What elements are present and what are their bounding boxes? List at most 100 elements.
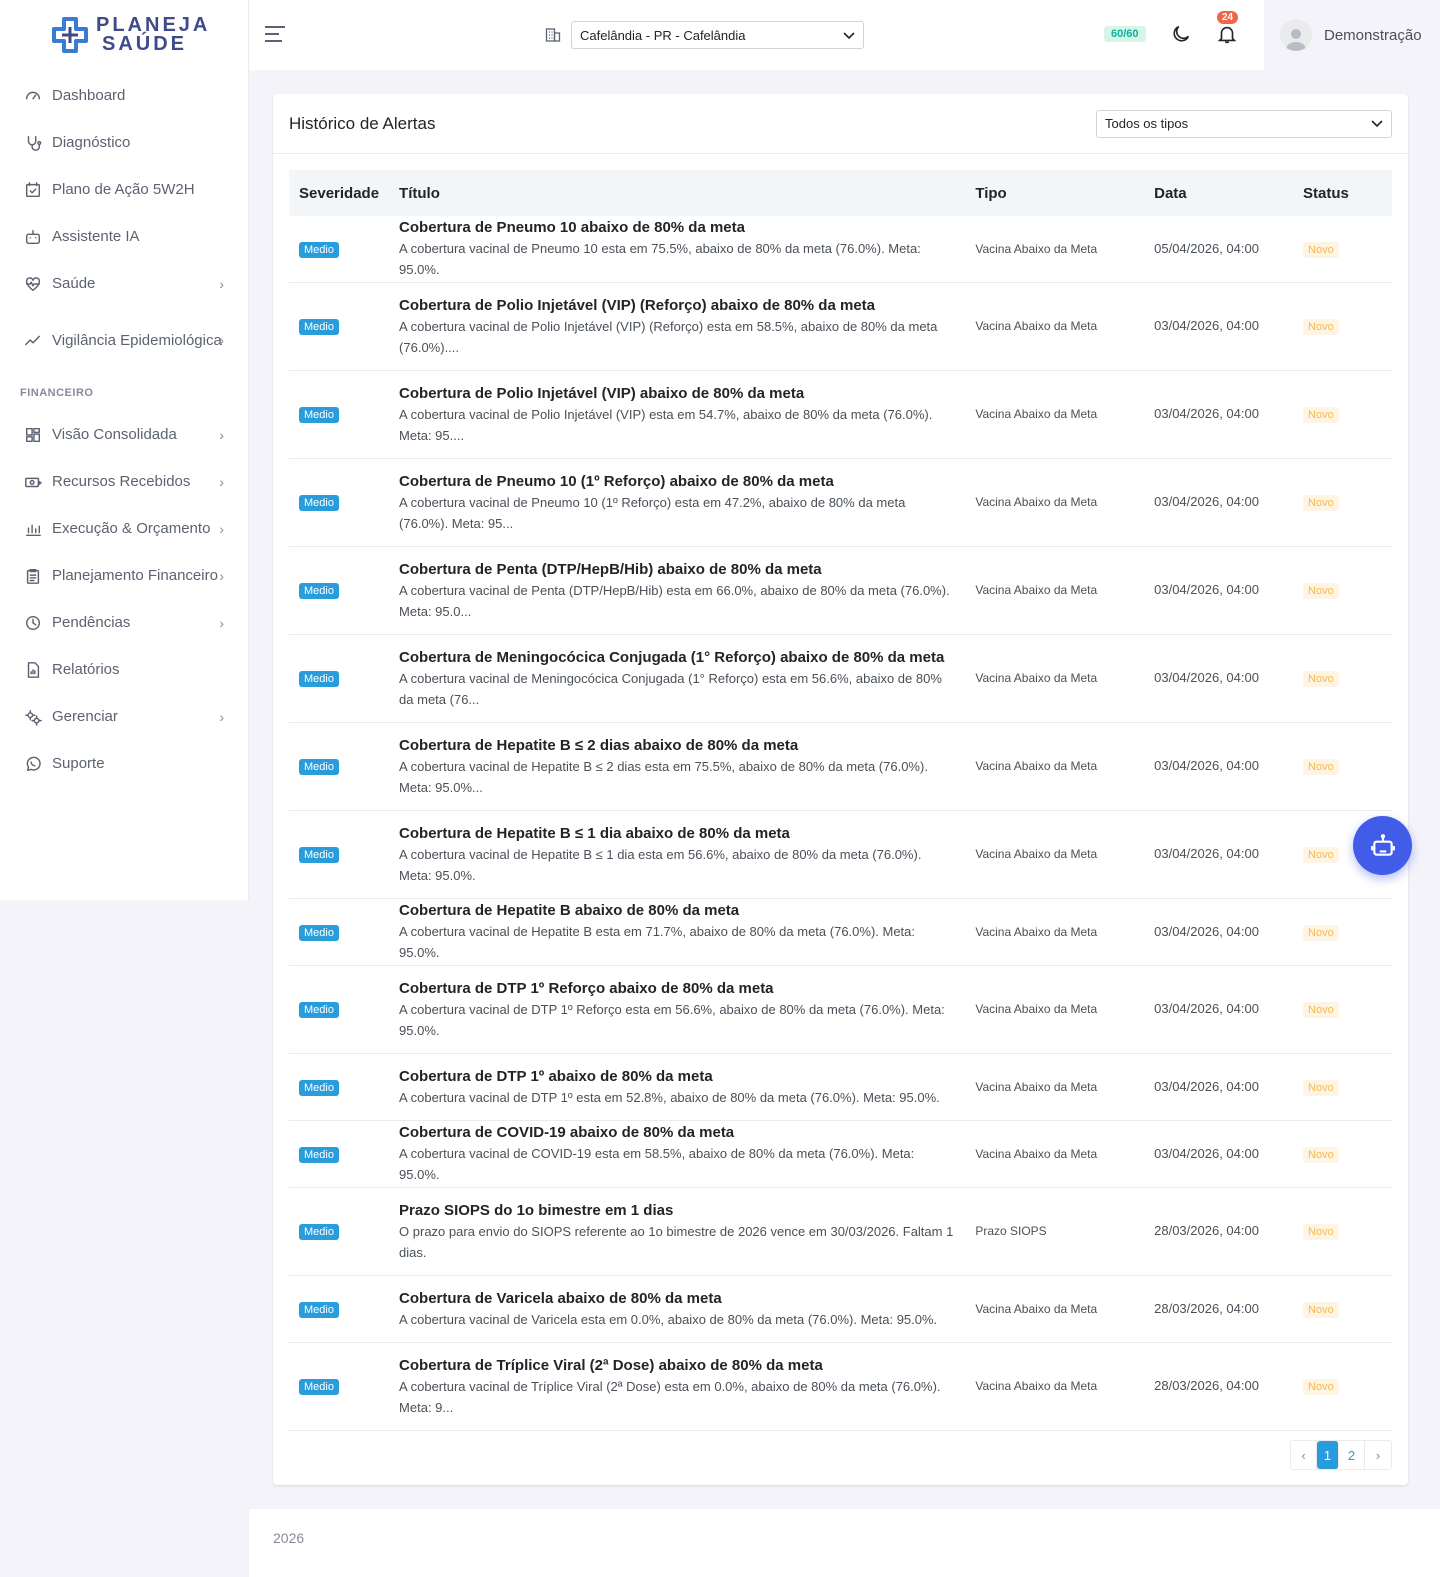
- severity-badge: Medio: [299, 1224, 339, 1240]
- notifications-bell-icon[interactable]: [1216, 22, 1238, 51]
- table-row[interactable]: Medio Cobertura de Tríplice Viral (2ª Dos…: [289, 1342, 1392, 1431]
- sidebar-item-label: Pendências: [52, 614, 131, 631]
- municipality-select-value: Cafelândia - PR - Cafelândia: [580, 27, 746, 43]
- alert-description: A cobertura vacinal de Hepatite B esta e…: [399, 924, 916, 960]
- type-cell: Vacina Abaixo da Meta: [965, 1053, 1145, 1121]
- alert-type: Vacina Abaixo da Meta: [975, 759, 1098, 773]
- sidebar-section-financeiro: FINANCEIRO: [20, 387, 94, 399]
- top-bar: Cafelândia - PR - Cafelândia 60/60 24: [249, 0, 1264, 70]
- status-badge: Novo: [1303, 583, 1339, 599]
- table-row[interactable]: Medio Cobertura de Polio Injetável (VIP) …: [289, 282, 1392, 371]
- pagination-page-2[interactable]: 2: [1339, 1441, 1365, 1469]
- chevron-down-icon: [843, 28, 855, 43]
- municipality-select[interactable]: Cafelândia - PR - Cafelândia: [571, 21, 864, 49]
- type-cell: Vacina Abaixo da Meta: [965, 634, 1145, 723]
- alert-type: Vacina Abaixo da Meta: [975, 1301, 1098, 1316]
- table-row[interactable]: Medio Cobertura de Hepatite B ≤ 1 dia aba…: [289, 810, 1392, 899]
- building-icon: [545, 27, 561, 48]
- sidebar-item-diagnostico[interactable]: Diagnóstico: [0, 119, 248, 166]
- sidebar-item-gerenciar[interactable]: Gerenciar ›: [0, 693, 248, 740]
- chevron-right-icon: ›: [219, 426, 224, 443]
- table-row[interactable]: Medio Cobertura de Penta (DTP/HepB/Hib) a…: [289, 546, 1392, 635]
- whatsapp-icon: [24, 755, 42, 773]
- status-cell: Novo: [1293, 546, 1392, 635]
- sidebar-item-plano-de-acao-5w2h[interactable]: Plano de Ação 5W2H: [0, 166, 248, 213]
- brand-logo[interactable]: PLANEJA SAÚDE: [0, 0, 248, 70]
- table-row[interactable]: Medio Cobertura de COVID-19 abaixo de 80%…: [289, 1120, 1392, 1188]
- alert-title: Cobertura de Hepatite B abaixo de 80% da…: [399, 902, 740, 919]
- severity-badge: Medio: [299, 241, 339, 258]
- alert-type: Prazo SIOPS: [975, 1224, 1047, 1238]
- alert-date: 03/04/2026, 04:00: [1154, 582, 1259, 597]
- alert-description: A cobertura vacinal de DTP 1º esta em 52…: [399, 1089, 940, 1105]
- table-row[interactable]: Medio Cobertura de Meningocócica Conjugad…: [289, 634, 1392, 723]
- alert-title: Cobertura de Pneumo 10 (1º Reforço) abai…: [399, 472, 834, 490]
- date-cell: 03/04/2026, 04:00: [1144, 1053, 1294, 1121]
- chevron-right-icon: ›: [219, 332, 224, 348]
- sidebar-item-label: Execução & Orçamento: [52, 520, 211, 537]
- chevron-right-icon: ›: [219, 567, 224, 584]
- brand-name: PLANEJA SAÚDE: [96, 14, 211, 55]
- column-header[interactable]: Severidade: [289, 170, 390, 216]
- ai-assistant-robot-button[interactable]: [1353, 816, 1412, 875]
- column-header[interactable]: Data: [1144, 170, 1294, 216]
- date-cell: 03/04/2026, 04:00: [1144, 898, 1294, 966]
- sidebar-item-suporte[interactable]: Suporte: [0, 740, 248, 787]
- sidebar-item-planejamento-financeiro[interactable]: Planejamento Financeiro ›: [0, 552, 248, 599]
- title-cell: Cobertura de Tríplice Viral (2ª Dose) ab…: [389, 1342, 966, 1431]
- date-cell: 03/04/2026, 04:00: [1144, 370, 1294, 459]
- table-row[interactable]: Medio Cobertura de Hepatite B abaixo de 8…: [289, 898, 1392, 966]
- title-cell: Cobertura de Hepatite B ≤ 2 dias abaixo …: [389, 722, 966, 811]
- table-row[interactable]: Medio Prazo SIOPS do 1o bimestre em 1 dia…: [289, 1187, 1392, 1276]
- alert-title: Cobertura de Polio Injetável (VIP) abaix…: [399, 384, 805, 402]
- alert-type: Vacina Abaixo da Meta: [975, 847, 1098, 861]
- column-header[interactable]: Tipo: [965, 170, 1145, 216]
- sidebar-item-recursos-recebidos[interactable]: Recursos Recebidos ›: [0, 458, 248, 505]
- calendar-check-icon: [24, 181, 42, 199]
- status-badge: Novo: [1303, 924, 1339, 941]
- pagination-next-button[interactable]: ›: [1365, 1441, 1391, 1469]
- table-row[interactable]: Medio Cobertura de Pneumo 10 abaixo de 80…: [289, 216, 1392, 283]
- table-row[interactable]: Medio Cobertura de Polio Injetável (VIP) …: [289, 370, 1392, 459]
- table-row[interactable]: Medio Cobertura de DTP 1º Reforço abaixo …: [289, 965, 1392, 1054]
- pagination-prev-button[interactable]: ‹: [1291, 1441, 1317, 1469]
- alert-description: A cobertura vacinal de Pneumo 10 (1º Ref…: [399, 494, 906, 531]
- user-menu[interactable]: Demonstração: [1264, 0, 1440, 70]
- table-row[interactable]: Medio Cobertura de Pneumo 10 (1º Reforço)…: [289, 458, 1392, 547]
- status-badge: Novo: [1303, 319, 1339, 335]
- alert-type-filter[interactable]: Todos os tipos: [1096, 109, 1392, 138]
- date-cell: 28/03/2026, 04:00: [1144, 1275, 1294, 1343]
- footer: 2026: [249, 1509, 1440, 1577]
- sidebar-item-assistente-ia[interactable]: Assistente IA: [0, 213, 248, 260]
- table-row[interactable]: Medio Cobertura de Hepatite B ≤ 2 dias ab…: [289, 722, 1392, 811]
- sidebar-item-saude[interactable]: Saúde ›: [0, 260, 248, 307]
- status-cell: Novo: [1293, 458, 1392, 547]
- table-row[interactable]: Medio Cobertura de Varicela abaixo de 80%…: [289, 1275, 1392, 1343]
- sidebar-item-execucao-orcamento[interactable]: Execução & Orçamento ›: [0, 505, 248, 552]
- sidebar-item-visao-consolidada[interactable]: Visão Consolidada ›: [0, 411, 248, 458]
- status-cell: Novo: [1293, 722, 1392, 811]
- column-header[interactable]: Título: [389, 170, 966, 216]
- sidebar-item-label: Saúde: [52, 275, 96, 292]
- sidebar-item-relatorios[interactable]: Relatórios: [0, 646, 248, 693]
- severity-cell: Medio: [289, 898, 390, 966]
- sidebar-item-dashboard[interactable]: Dashboard: [0, 72, 248, 119]
- sidebar-item-pendencias[interactable]: Pendências ›: [0, 599, 248, 646]
- status-badge: Novo: [1303, 241, 1339, 258]
- dark-mode-toggle-icon[interactable]: [1170, 23, 1192, 50]
- severity-cell: Medio: [289, 722, 390, 811]
- pagination-page-1[interactable]: 1: [1317, 1441, 1339, 1469]
- alert-type: Vacina Abaixo da Meta: [975, 407, 1098, 421]
- title-cell: Cobertura de Hepatite B ≤ 1 dia abaixo d…: [389, 810, 966, 899]
- title-cell: Cobertura de COVID-19 abaixo de 80% da m…: [389, 1120, 966, 1188]
- table-row[interactable]: Medio Cobertura de DTP 1º abaixo de 80% d…: [289, 1053, 1392, 1121]
- column-header[interactable]: Status: [1293, 170, 1392, 216]
- sidebar-item-vigilancia-epidemiologica[interactable]: Vigilância Epidemiológica ›: [0, 307, 248, 373]
- menu-toggle-icon[interactable]: [265, 26, 285, 47]
- sidebar-item-label: Diagnóstico: [52, 134, 131, 151]
- heart-pulse-icon: [24, 275, 42, 293]
- status-cell: Novo: [1293, 898, 1392, 966]
- status-badge: Novo: [1303, 759, 1339, 775]
- trend-icon: [24, 331, 42, 349]
- alert-title: Cobertura de Hepatite B ≤ 2 dias abaixo …: [399, 736, 799, 754]
